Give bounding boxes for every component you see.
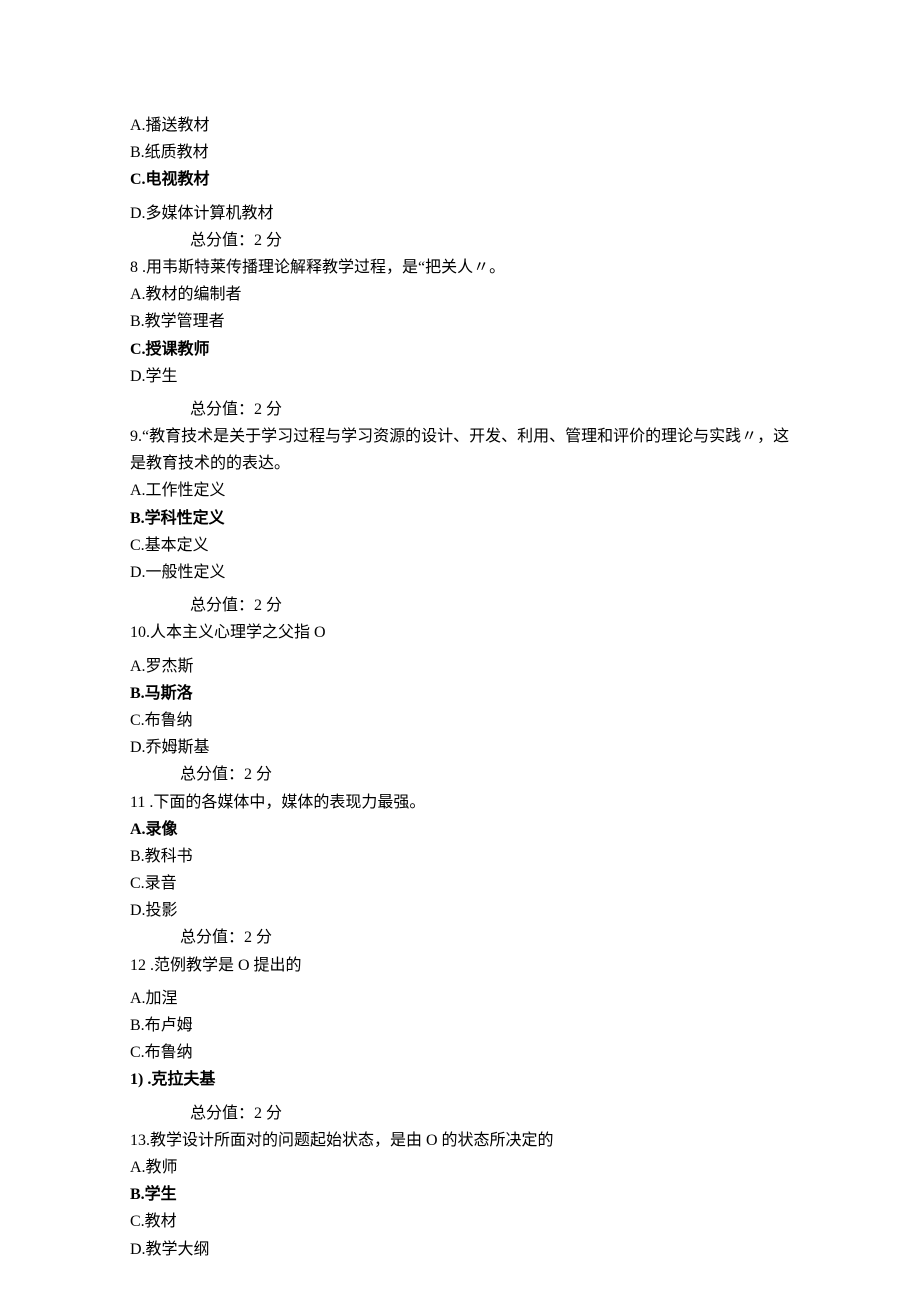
text-line: C.录音 — [130, 870, 790, 897]
text-line: 12 .范例教学是 O 提出的 — [130, 952, 790, 979]
text-line: A.录像 — [130, 816, 790, 843]
text-line: A.教师 — [130, 1154, 790, 1181]
text-line: 总分值：2 分 — [130, 227, 790, 254]
text-line: C.基本定义 — [130, 532, 790, 559]
text-line: 9.“教育技术是关于学习过程与学习资源的设计、开发、利用、管理和评价的理论与实践… — [130, 423, 790, 477]
text-line: C.布鲁纳 — [130, 1039, 790, 1066]
text-line: A.加涅 — [130, 985, 790, 1012]
text-line: B.教学管理者 — [130, 308, 790, 335]
text-line: 总分值：2 分 — [130, 761, 790, 788]
text-line: 总分值：2 分 — [130, 592, 790, 619]
text-line: 总分值：2 分 — [130, 924, 790, 951]
text-line: C.电视教材 — [130, 166, 790, 193]
text-line: D.学生 — [130, 363, 790, 390]
text-line: A.教材的编制者 — [130, 281, 790, 308]
text-line: 总分值：2 分 — [130, 1100, 790, 1127]
text-line: C.教材 — [130, 1208, 790, 1235]
text-line: D.教学大纲 — [130, 1236, 790, 1263]
text-line: A.工作性定义 — [130, 477, 790, 504]
document-content: A.播送教材B.纸质教材C.电视教材D.多媒体计算机教材总分值：2 分8 .用韦… — [130, 112, 790, 1263]
text-line: 1) .克拉夫基 — [130, 1066, 790, 1093]
text-line: D.多媒体计算机教材 — [130, 200, 790, 227]
text-line: A.罗杰斯 — [130, 653, 790, 680]
text-line: B.纸质教材 — [130, 139, 790, 166]
text-line: B.学科性定义 — [130, 505, 790, 532]
text-line: C.布鲁纳 — [130, 707, 790, 734]
text-line: A.播送教材 — [130, 112, 790, 139]
text-line: 8 .用韦斯特莱传播理论解释教学过程，是“把关人〃。 — [130, 254, 790, 281]
text-line: C.授课教师 — [130, 336, 790, 363]
text-line: B.学生 — [130, 1181, 790, 1208]
text-line: 10.人本主义心理学之父指 O — [130, 619, 790, 646]
text-line: B.教科书 — [130, 843, 790, 870]
text-line: B.马斯洛 — [130, 680, 790, 707]
text-line: D.乔姆斯基 — [130, 734, 790, 761]
text-line: D.一般性定义 — [130, 559, 790, 586]
text-line: 总分值：2 分 — [130, 396, 790, 423]
text-line: B.布卢姆 — [130, 1012, 790, 1039]
text-line: 13.教学设计所面对的问题起始状态，是由 O 的状态所决定的 — [130, 1127, 790, 1154]
text-line: D.投影 — [130, 897, 790, 924]
text-line: 11 .下面的各媒体中，媒体的表现力最强。 — [130, 789, 790, 816]
